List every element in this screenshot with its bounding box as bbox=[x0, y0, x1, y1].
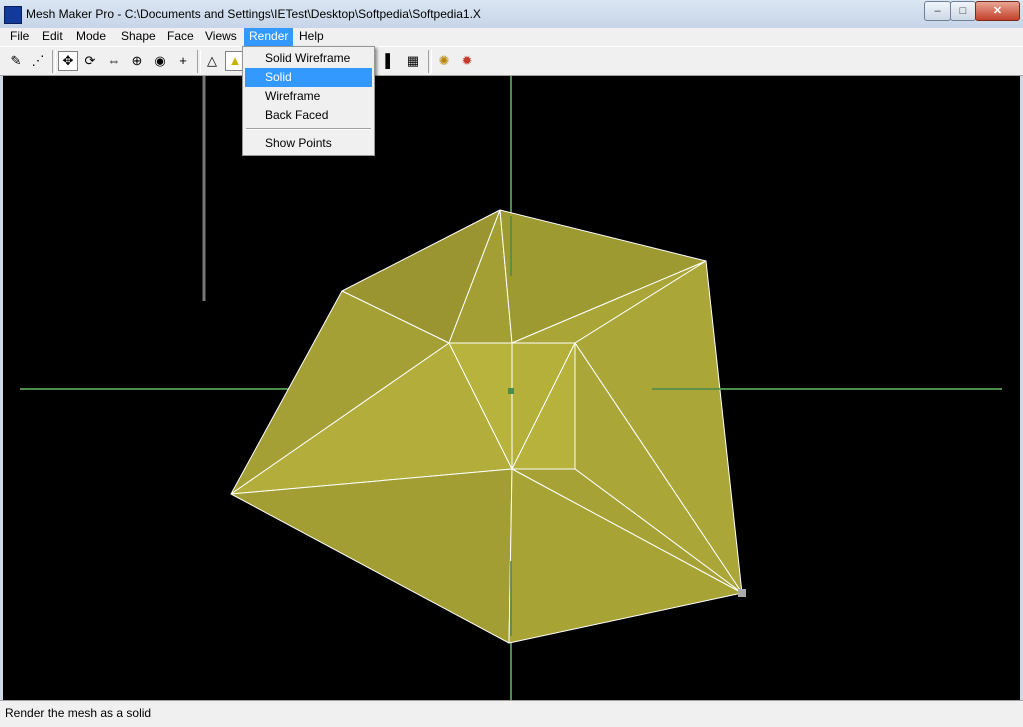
window-title: Mesh Maker Pro - C:\Documents and Settin… bbox=[26, 7, 481, 21]
origin-marker bbox=[508, 388, 514, 394]
menu-back-faced[interactable]: Back Faced bbox=[245, 106, 372, 125]
menu-solid[interactable]: Solid bbox=[245, 68, 372, 87]
minimize-button[interactable]: – bbox=[924, 1, 951, 21]
menu-wireframe[interactable]: Wireframe bbox=[245, 87, 372, 106]
app-name: Mesh Maker Pro bbox=[26, 7, 115, 21]
menu-views[interactable]: Views bbox=[200, 28, 242, 46]
menu-render[interactable]: Render bbox=[244, 28, 294, 46]
toolbar-separator bbox=[197, 50, 201, 73]
orbit-icon[interactable]: ◉ bbox=[150, 51, 170, 71]
close-button[interactable]: ✕ bbox=[975, 1, 1020, 21]
single-view-icon[interactable]: ▌ bbox=[380, 51, 400, 71]
mesh-face bbox=[230, 468, 513, 644]
menu-edit[interactable]: Edit bbox=[37, 28, 68, 46]
rotate-icon[interactable]: ⟳ bbox=[80, 51, 100, 71]
viewport[interactable] bbox=[3, 76, 1020, 700]
render-menu-dropdown: Solid Wireframe Solid Wireframe Back Fac… bbox=[242, 46, 375, 156]
crosshair-icon[interactable]: + bbox=[173, 51, 193, 71]
file-path: C:\Documents and Settings\IETest\Desktop… bbox=[124, 7, 481, 21]
draw-triangle-icon[interactable]: △ bbox=[202, 51, 222, 71]
selected-vertex[interactable] bbox=[738, 589, 746, 597]
menu-show-points[interactable]: Show Points bbox=[245, 134, 372, 153]
app-icon[interactable] bbox=[4, 6, 22, 24]
toolbar-separator bbox=[52, 50, 56, 73]
maximize-icon: □ bbox=[959, 5, 967, 17]
menu-separator bbox=[246, 128, 371, 130]
move-icon[interactable]: ✥ bbox=[58, 51, 78, 71]
mesh[interactable] bbox=[230, 209, 743, 644]
pencil-icon[interactable]: ✎ bbox=[6, 51, 26, 71]
menu-bar: File Edit Mode Shape Face Views Render H… bbox=[0, 28, 1023, 46]
toolbar-separator bbox=[428, 50, 432, 73]
menu-mode[interactable]: Mode bbox=[71, 28, 111, 46]
title-bar: Mesh Maker Pro - C:\Documents and Settin… bbox=[0, 0, 1023, 28]
close-icon: ✕ bbox=[992, 5, 1003, 17]
color-icon[interactable]: ✹ bbox=[457, 51, 477, 71]
menu-shape[interactable]: Shape bbox=[116, 28, 161, 46]
status-bar: Render the mesh as a solid bbox=[0, 700, 1023, 727]
toolbar: ✎ ⋰ ✥ ⟳ ⇔ ⊕ ◉ + △ ▲ ▌ ▦ ✺ ✹ bbox=[0, 46, 1023, 76]
select-points-icon[interactable]: ⋰ bbox=[28, 51, 48, 71]
maximize-button[interactable]: □ bbox=[950, 1, 976, 21]
menu-face[interactable]: Face bbox=[162, 28, 199, 46]
quad-view-icon[interactable]: ▦ bbox=[403, 51, 423, 71]
title-separator: - bbox=[117, 7, 122, 21]
scale-icon[interactable]: ⇔ bbox=[104, 51, 124, 71]
menu-help[interactable]: Help bbox=[294, 28, 329, 46]
menu-solid-wireframe[interactable]: Solid Wireframe bbox=[245, 49, 372, 68]
status-text: Render the mesh as a solid bbox=[5, 706, 152, 720]
light-icon[interactable]: ✺ bbox=[434, 51, 454, 71]
stretch-icon[interactable]: ⊕ bbox=[127, 51, 147, 71]
mesh-canvas[interactable] bbox=[3, 76, 1020, 700]
menu-file[interactable]: File bbox=[5, 28, 34, 46]
minimize-icon: – bbox=[934, 5, 941, 17]
